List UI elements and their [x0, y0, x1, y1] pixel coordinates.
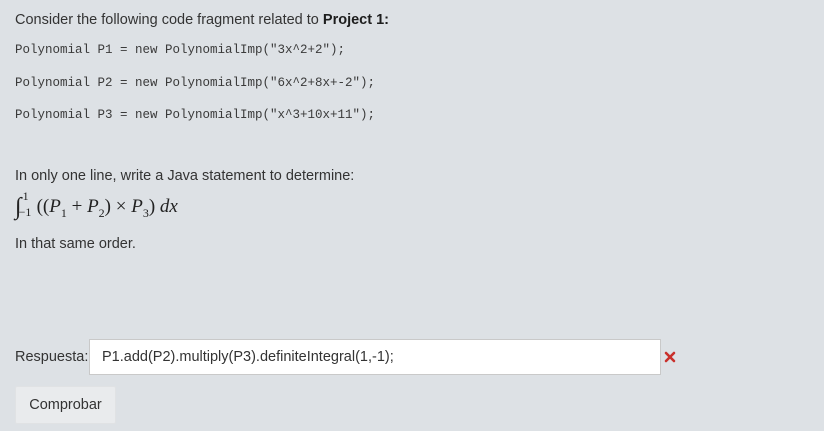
instruction-text: In only one line, write a Java statement…	[15, 168, 355, 184]
formula-plus: +	[66, 196, 88, 217]
code-line-p3: Polynomial P3 = new PolynomialImp("x^3+1…	[15, 108, 376, 122]
formula-close: )	[148, 196, 160, 217]
formula-dx: dx	[159, 196, 178, 217]
formula-open: ((	[36, 196, 50, 217]
project-label: Project 1:	[322, 12, 389, 28]
formula-p3: P	[131, 196, 143, 217]
formula-p2: P	[87, 196, 99, 217]
incorrect-x-glyph	[664, 351, 676, 363]
code-line-p1: Polynomial P1 = new PolynomialImp("3x^2+…	[15, 43, 346, 57]
intro-text: Consider the following code fragment rel…	[15, 12, 323, 28]
lower-limit: −1	[18, 205, 32, 219]
integral-limits: 1 −1	[18, 189, 37, 219]
question-intro: Consider the following code fragment rel…	[15, 11, 389, 29]
integral-formula: ∫ 1 −1 ((P1 + P2) × P3) dx	[15, 189, 178, 222]
incorrect-x-icon	[661, 347, 679, 367]
code-line-p2: Polynomial P2 = new PolynomialImp("6x^2+…	[15, 76, 376, 90]
formula-p1: P	[49, 196, 61, 217]
answer-input[interactable]	[89, 339, 661, 375]
answer-label: Respuesta:	[15, 349, 89, 365]
order-note: In that same order.	[15, 236, 136, 252]
check-button[interactable]: Comprobar	[15, 386, 116, 424]
formula-times: ) ×	[104, 196, 132, 217]
upper-limit: 1	[22, 189, 29, 203]
